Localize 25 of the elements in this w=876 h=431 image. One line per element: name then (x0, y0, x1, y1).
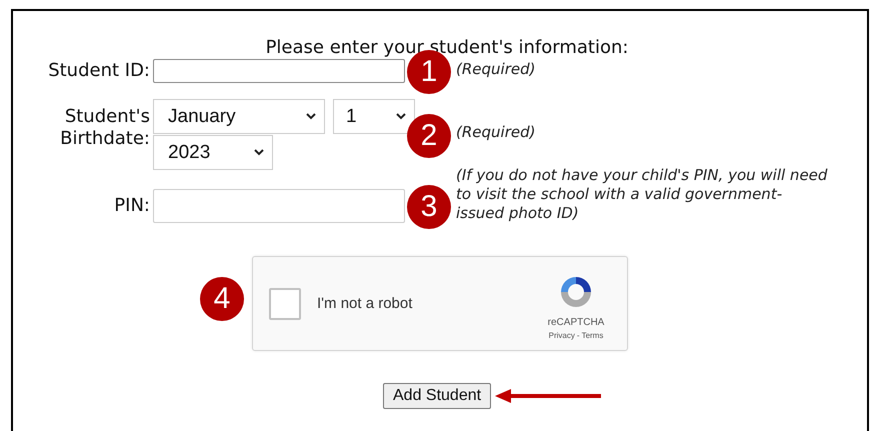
add-student-button[interactable]: Add Student (383, 383, 492, 409)
caret-icon (396, 113, 406, 120)
callout-number: 4 (200, 276, 244, 320)
field-note: (Required) (456, 60, 536, 79)
terms-link[interactable]: Terms (582, 331, 604, 340)
callout-number: 2 (407, 114, 451, 158)
captcha-label: I'm not a robot (317, 295, 414, 312)
year-dropdown[interactable]: 2023 (153, 135, 273, 170)
field-note: (If you do not have your child's PIN, you will need to visit the school with a valid government-issued photo ID) (456, 166, 828, 223)
captcha-checkbox[interactable] (269, 288, 301, 320)
privacy-link[interactable]: Privacy (548, 331, 575, 340)
field-note: (Required) (456, 123, 536, 142)
callout-number: 3 (407, 185, 451, 229)
field-label: PIN: (114, 195, 150, 217)
input-field[interactable] (153, 189, 405, 223)
day-dropdown[interactable]: 1 (333, 99, 415, 134)
caret-icon (254, 149, 264, 156)
month-dropdown[interactable]: January (153, 99, 325, 134)
field-label: Student's Birthdate: (59, 106, 150, 150)
input-field[interactable] (153, 59, 405, 83)
arrow-icon (495, 389, 604, 403)
field-label: Student ID: (48, 60, 150, 82)
captcha-brand: reCAPTCHA (548, 317, 604, 328)
caret-icon (306, 113, 316, 120)
link-separator: - (576, 331, 580, 340)
